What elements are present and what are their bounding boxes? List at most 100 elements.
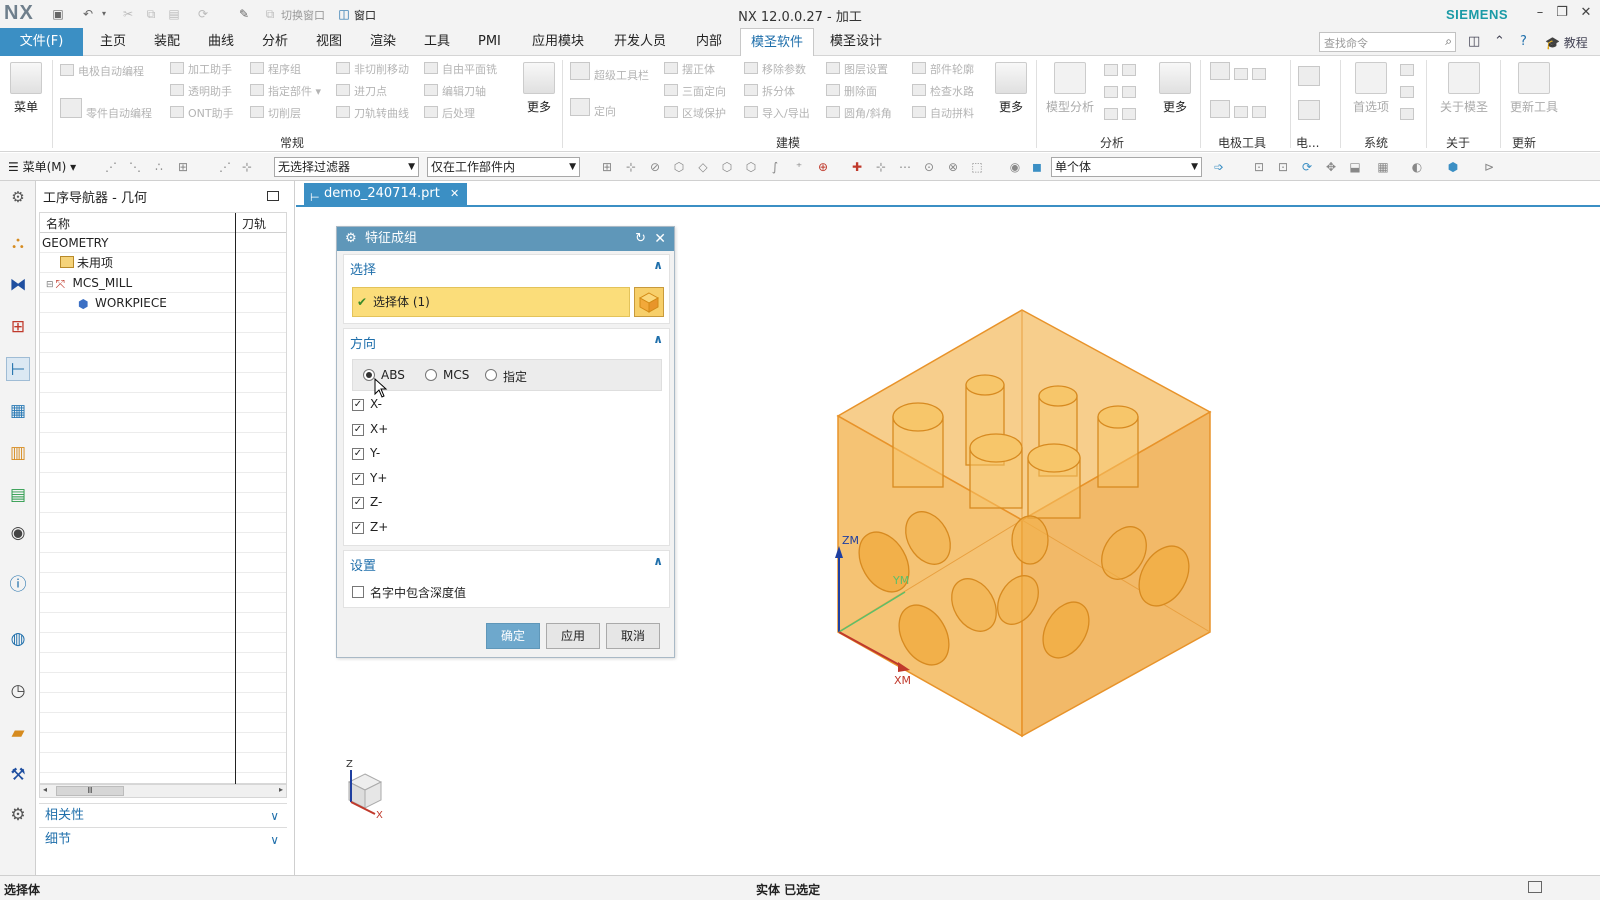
scrollbar-thumb[interactable]: Ⅲ — [56, 786, 124, 796]
tree-row-workpiece[interactable]: ⬢ WORKPIECE — [40, 293, 235, 313]
machine-tool-view-icon[interactable]: ⧓ — [6, 273, 30, 297]
reuse-library-icon[interactable]: ▤ — [6, 483, 30, 507]
fullscreen-icon[interactable] — [1528, 881, 1542, 893]
edit-tool-axis-button[interactable]: 编辑刀轴 — [424, 82, 486, 102]
tree-row-unused[interactable]: 未用项 — [40, 253, 235, 273]
direction-section-title[interactable]: 方向 — [350, 333, 376, 352]
snap-icon[interactable]: ⋱ — [128, 160, 142, 174]
copy-icon[interactable]: ⧉ — [143, 6, 159, 22]
analysis-tool-icon[interactable] — [1104, 84, 1140, 104]
align-body-button[interactable]: 摆正体 — [664, 60, 715, 80]
window-menu-label[interactable]: 窗口 — [354, 7, 376, 23]
electrode-extra-icon[interactable] — [1298, 100, 1324, 120]
update-tool-button[interactable]: 更新工具 — [1504, 62, 1564, 115]
more-button-modeling[interactable]: 更多 — [989, 62, 1033, 115]
perspective-icon[interactable]: ⬓ — [1348, 160, 1362, 174]
scroll-left-icon[interactable]: ◂ — [43, 785, 47, 794]
method-view-icon[interactable]: ⊞ — [6, 315, 30, 339]
undo-dropdown-icon[interactable]: ▾ — [96, 6, 112, 22]
info-icon[interactable]: ⓘ — [6, 573, 30, 597]
sheet-icon[interactable]: ⬡ — [744, 160, 758, 174]
analysis-tool-icon[interactable] — [1104, 106, 1140, 126]
geometry-view-icon[interactable]: ⊢ — [6, 357, 30, 381]
resource-bar-icon[interactable]: ◫ — [1468, 34, 1480, 49]
tab-mosheng-software[interactable]: 模圣软件 — [740, 28, 815, 56]
snap-icon[interactable]: ⊞ — [176, 160, 190, 174]
tab-view[interactable]: 视图 — [312, 28, 346, 56]
zoom-icon[interactable]: ⊡ — [1276, 160, 1290, 174]
type-filter-select[interactable]: 无选择过滤器 ▼ — [274, 157, 419, 177]
column-separator[interactable] — [235, 213, 236, 785]
apply-button[interactable]: 应用 — [546, 623, 600, 649]
assembly-navigator-icon[interactable]: ▦ — [6, 399, 30, 423]
tab-assembly[interactable]: 装配 — [150, 28, 184, 56]
render-style-icon[interactable]: ◐ — [1410, 160, 1424, 174]
depth-in-name-checkbox[interactable] — [352, 586, 364, 598]
x-minus-checkbox[interactable]: ✓ — [352, 399, 364, 411]
scroll-right-icon[interactable]: ▸ — [279, 785, 283, 794]
horizontal-scrollbar[interactable]: ◂ Ⅲ ▸ — [39, 784, 287, 798]
midpoint-icon[interactable]: ⊹ — [874, 160, 888, 174]
super-toolbar-button[interactable]: 超级工具栏 — [570, 62, 649, 82]
non-cutting-move-button[interactable]: 非切削移动 — [336, 60, 409, 80]
specify-label[interactable]: 指定 — [503, 368, 527, 385]
column-toolpath[interactable]: 刀轨 — [242, 215, 266, 232]
ok-button[interactable]: 确定 — [486, 623, 540, 649]
chevron-up-icon[interactable]: ∧ — [653, 258, 663, 272]
gear-icon[interactable]: ⚙ — [345, 227, 357, 251]
specify-part-button[interactable]: 指定部件 ▾ — [250, 82, 321, 102]
split-body-button[interactable]: 拆分体 — [744, 82, 795, 102]
tab-analysis[interactable]: 分析 — [258, 28, 292, 56]
snap-point-icon[interactable]: ⊕ — [816, 160, 830, 174]
ont-assistant-button[interactable]: ONT助手 — [170, 104, 234, 124]
chevron-up-icon[interactable]: ∧ — [653, 332, 663, 346]
undo-icon[interactable]: ↶ — [80, 6, 96, 22]
curve-icon[interactable]: ∫ — [768, 160, 782, 174]
cut-icon[interactable]: ✂ — [120, 6, 136, 22]
web-browser-icon[interactable]: ◍ — [6, 627, 30, 651]
snap-icon[interactable]: ∴ — [152, 160, 166, 174]
part-auto-program-button[interactable]: 零件自动编程 — [60, 98, 152, 120]
control-point-icon[interactable]: ⋯ — [898, 160, 912, 174]
orient-button[interactable]: 定向 — [570, 98, 616, 118]
switch-window-icon[interactable]: ⧉ — [262, 6, 278, 22]
body-icon[interactable]: ⬡ — [720, 160, 734, 174]
maximize-icon[interactable] — [267, 191, 279, 201]
select-section-title[interactable]: 选择 — [350, 259, 376, 278]
history-clock-icon[interactable]: ◷ — [6, 679, 30, 703]
select-body-cube-button[interactable] — [634, 287, 664, 317]
specify-radio[interactable] — [485, 369, 497, 381]
tab-pmi[interactable]: PMI — [474, 28, 505, 56]
snap-icon[interactable]: ⋰ — [104, 160, 118, 174]
visualization-eye-icon[interactable]: ◉ — [6, 521, 30, 545]
tree-row-geometry[interactable]: GEOMETRY — [40, 233, 235, 253]
dialog-header[interactable]: ⚙ 特征成组 ↻ ✕ — [337, 227, 674, 251]
section-icon[interactable]: ⊳ — [1482, 160, 1496, 174]
about-mosheng-button[interactable]: 关于模圣 — [1434, 62, 1494, 115]
analysis-tool-icon[interactable] — [1104, 62, 1140, 82]
deselect-icon[interactable]: ⊘ — [648, 160, 662, 174]
details-section[interactable]: 细节 ∨ — [39, 827, 287, 851]
more-button-analysis[interactable]: 更多 — [1153, 62, 1197, 115]
tutorial-link[interactable]: 🎓 教程 — [1545, 34, 1588, 51]
collapse-ribbon-icon[interactable]: ⌃ — [1494, 34, 1505, 49]
preferences-button[interactable]: 首选项 — [1346, 62, 1396, 115]
transparent-assistant-button[interactable]: 透明助手 — [170, 82, 232, 102]
column-name[interactable]: 名称 — [46, 215, 70, 232]
y-minus-checkbox[interactable]: ✓ — [352, 448, 364, 460]
intersection-icon[interactable]: ⊙ — [922, 160, 936, 174]
mcs-label[interactable]: MCS — [443, 368, 469, 382]
snap-icon[interactable]: ⊹ — [240, 160, 254, 174]
part-outline-button[interactable]: 部件轮廓 — [912, 60, 974, 80]
entry-point-button[interactable]: 进刀点 — [336, 82, 387, 102]
y-plus-checkbox[interactable]: ✓ — [352, 473, 364, 485]
electrode-tool-icon[interactable] — [1210, 100, 1270, 120]
program-order-view-icon[interactable]: ⛬ — [6, 231, 30, 255]
restore-button[interactable]: ❐ — [1552, 4, 1572, 22]
menu-dropdown[interactable]: ☰ 菜单(M) ▾ — [8, 158, 76, 175]
auto-stock-button[interactable]: 自动拼料 — [912, 104, 974, 124]
touch-mode-icon[interactable]: ✎ — [236, 6, 252, 22]
system-icon[interactable] — [1400, 62, 1418, 82]
toolpath-to-curve-button[interactable]: 刀轨转曲线 — [336, 104, 409, 124]
tab-internal[interactable]: 内部 — [692, 28, 726, 56]
